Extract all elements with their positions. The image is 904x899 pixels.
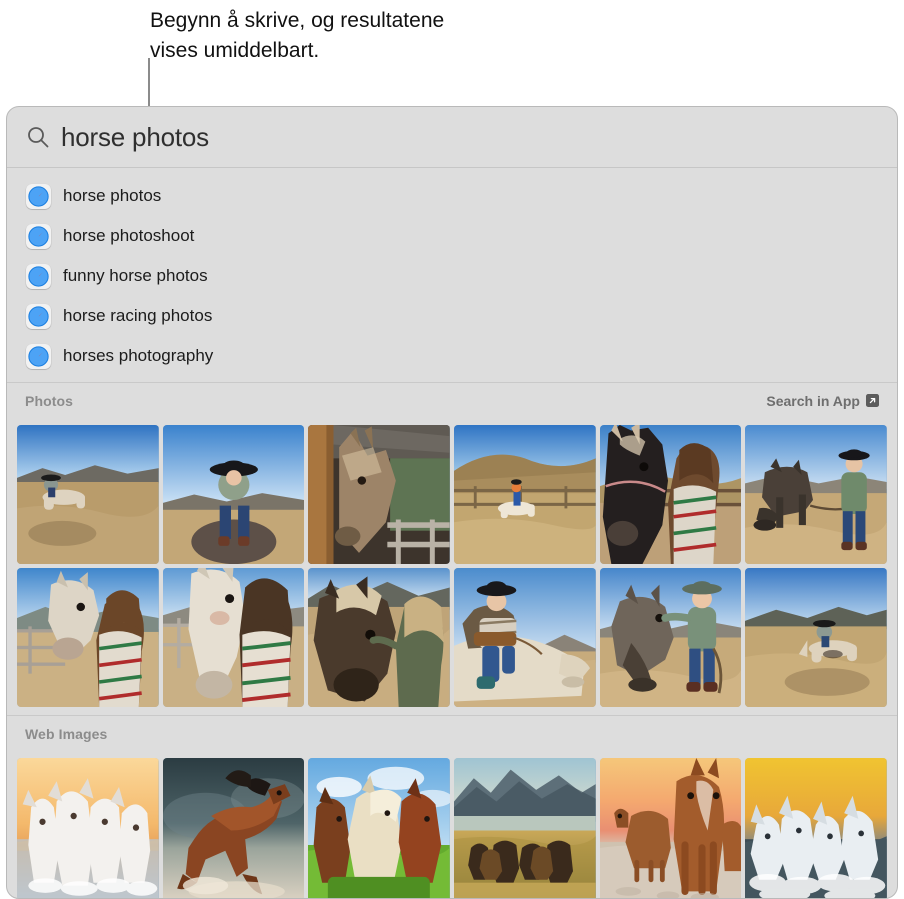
photos-section-header: Photos Search in App	[7, 382, 897, 418]
photo-thumbnail[interactable]	[162, 425, 305, 564]
suggestion-item-3[interactable]: horse racing photos	[7, 296, 897, 336]
web-image-thumbnail[interactable]	[308, 758, 450, 898]
safari-icon	[26, 343, 51, 369]
web-image-thumbnail[interactable]	[745, 758, 887, 898]
safari-icon	[26, 303, 51, 329]
suggestion-item-0[interactable]: horse photos	[7, 176, 897, 216]
safari-icon	[26, 183, 51, 209]
safari-icon	[26, 263, 51, 289]
search-icon	[27, 126, 49, 148]
photo-thumbnail[interactable]	[454, 568, 596, 707]
suggestion-item-1[interactable]: horse photoshoot	[7, 216, 897, 256]
search-suggestions-panel: horse photos horse photos horse photosho…	[6, 106, 898, 899]
photo-thumbnail[interactable]	[308, 425, 450, 564]
suggestion-item-2[interactable]: funny horse photos	[7, 256, 897, 296]
photo-thumbnail[interactable]	[308, 568, 450, 707]
external-link-icon	[866, 394, 879, 407]
web-image-thumbnail[interactable]	[17, 758, 159, 898]
photo-thumbnail[interactable]	[599, 568, 742, 707]
photos-section-title: Photos	[25, 392, 74, 409]
photo-thumbnail[interactable]	[162, 568, 305, 707]
safari-icon	[26, 223, 51, 249]
suggestion-label: horse photoshoot	[63, 226, 195, 245]
web-image-thumbnail[interactable]	[454, 758, 596, 898]
suggestion-label: horse racing photos	[63, 306, 213, 325]
callout-leader-line	[148, 58, 150, 110]
photo-thumbnail[interactable]	[745, 425, 887, 564]
web-image-thumbnail[interactable]	[599, 758, 742, 898]
suggestion-label: horses photography	[63, 346, 214, 365]
web-image-thumbnail[interactable]	[162, 758, 305, 898]
suggestion-label: horse photos	[63, 186, 162, 205]
search-in-app-label: Search in App	[766, 392, 860, 409]
photo-thumbnail[interactable]	[454, 425, 596, 564]
photos-grid-row-2	[7, 568, 897, 707]
photo-thumbnail[interactable]	[17, 425, 159, 564]
callout-text: Begynn å skrive, og resultatene vises um…	[150, 9, 445, 62]
photos-grid-row-1	[7, 425, 897, 564]
web-images-grid	[7, 758, 897, 898]
search-input-value[interactable]: horse photos	[61, 122, 209, 153]
search-field-row[interactable]: horse photos	[7, 107, 897, 168]
photo-thumbnail[interactable]	[745, 568, 887, 707]
web-images-section-title: Web Images	[25, 725, 108, 742]
photo-thumbnail[interactable]	[599, 425, 742, 564]
suggestion-label: funny horse photos	[63, 266, 208, 285]
photo-thumbnail[interactable]	[17, 568, 159, 707]
search-in-app-button[interactable]: Search in App	[766, 393, 879, 409]
web-images-section-header: Web Images	[7, 715, 897, 751]
suggestion-list: horse photos horse photoshoot funny hors…	[7, 168, 897, 382]
suggestion-item-4[interactable]: horses photography	[7, 336, 897, 376]
